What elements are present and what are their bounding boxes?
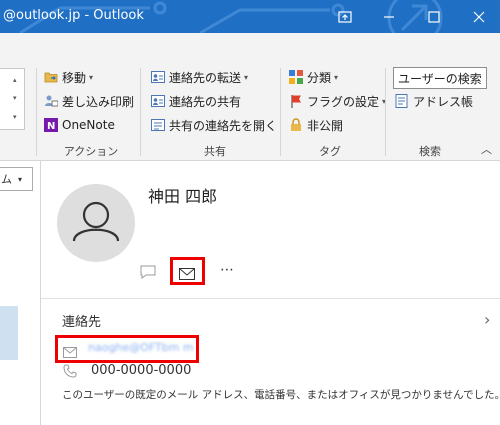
collapse-ribbon-icon[interactable]: ︿: [481, 141, 492, 157]
open-shared-contacts-button[interactable]: 共有の連絡先を開く: [151, 116, 277, 134]
ribbon-tabs-area: [0, 33, 500, 62]
contact-name: 神田 四郎: [148, 187, 218, 206]
ribbon-separator: [140, 68, 141, 156]
chat-icon[interactable]: [140, 264, 156, 283]
share-contact-button[interactable]: 連絡先の共有: [151, 92, 241, 110]
title-bar: @outlook.jp - Outlook: [0, 0, 500, 33]
section-divider: [41, 298, 500, 299]
mail-merge-icon: [44, 94, 59, 108]
categorize-icon: [289, 70, 303, 84]
chevron-down-icon: ▾: [18, 174, 23, 184]
follow-up-label: フラグの設定: [307, 94, 380, 109]
group-label-tags: タグ: [319, 145, 341, 158]
share-contact-icon: [151, 94, 165, 108]
move-button[interactable]: 移動 ▾: [44, 68, 93, 86]
categorize-label: 分類: [307, 70, 332, 85]
gallery-scroll[interactable]: ▴ ▾ ▾: [0, 68, 25, 130]
forward-contact-button[interactable]: 連絡先の転送 ▾: [151, 68, 248, 86]
svg-text:N: N: [47, 121, 55, 132]
onenote-button[interactable]: N OneNote: [44, 116, 115, 134]
minimize-icon[interactable]: [366, 0, 412, 33]
move-folder-icon: [44, 70, 58, 84]
ribbon-separator: [385, 68, 386, 156]
address-book-icon: [395, 94, 409, 108]
maximize-icon[interactable]: [411, 0, 457, 33]
forward-contact-icon: [151, 70, 165, 84]
chevron-down-icon: ▾: [244, 72, 249, 82]
address-book-button[interactable]: アドレス帳: [395, 92, 473, 110]
find-user-box[interactable]: ユーザーの検索: [393, 67, 487, 89]
restore-icon[interactable]: [322, 0, 368, 33]
phone-icon: [63, 363, 77, 382]
group-label-share: 共有: [204, 145, 226, 158]
ribbon-separator: [36, 68, 37, 156]
group-label-search: 検索: [419, 145, 441, 158]
mail-merge-label: 差し込み印刷: [62, 94, 135, 109]
phone-number[interactable]: 000-0000-0000: [91, 363, 191, 378]
window-title: @outlook.jp - Outlook: [3, 8, 144, 23]
onenote-label: OneNote: [62, 118, 115, 132]
not-found-notice: このユーザーの既定のメール アドレス、電話番号、またはオフィスが見つかりませんで…: [62, 389, 500, 401]
mail-merge-button[interactable]: 差し込み印刷: [44, 92, 134, 110]
email-address[interactable]: naoghe@OFTbm m: [88, 341, 194, 354]
mail-icon[interactable]: [179, 265, 195, 284]
categorize-button[interactable]: 分類 ▾: [289, 68, 338, 86]
lock-icon: [289, 118, 303, 132]
forward-contact-label: 連絡先の転送: [169, 70, 242, 85]
private-button[interactable]: 非公開: [289, 116, 343, 134]
open-shared-contacts-icon: [151, 118, 165, 132]
chevron-down-icon: ▾: [334, 72, 339, 82]
group-label-actions: アクション: [63, 145, 119, 158]
selected-contact-marker[interactable]: [0, 306, 18, 360]
follow-up-button[interactable]: フラグの設定▾: [289, 92, 386, 110]
private-label: 非公開: [307, 118, 344, 133]
open-shared-contacts-label: 共有の連絡先を開く: [169, 118, 278, 133]
onenote-icon: N: [44, 118, 58, 132]
move-label: 移動: [62, 70, 87, 85]
chevron-right-icon[interactable]: ›: [484, 310, 490, 329]
ribbon-separator: [280, 68, 281, 156]
view-dropdown[interactable]: ム ▾: [0, 167, 33, 191]
mail-icon: [63, 343, 77, 362]
share-contact-label: 連絡先の共有: [169, 94, 242, 109]
left-pane: ム ▾: [0, 161, 41, 425]
avatar: [57, 184, 135, 262]
more-options-icon[interactable]: ⋯: [220, 262, 235, 278]
close-icon[interactable]: [456, 0, 500, 33]
flag-icon: [289, 94, 303, 108]
view-dropdown-text: ム: [1, 173, 12, 186]
contact-section-title: 連絡先: [62, 315, 102, 330]
address-book-label: アドレス帳: [413, 94, 474, 109]
find-user-label: ユーザーの検索: [398, 71, 482, 86]
chevron-down-icon: ▾: [89, 72, 94, 82]
